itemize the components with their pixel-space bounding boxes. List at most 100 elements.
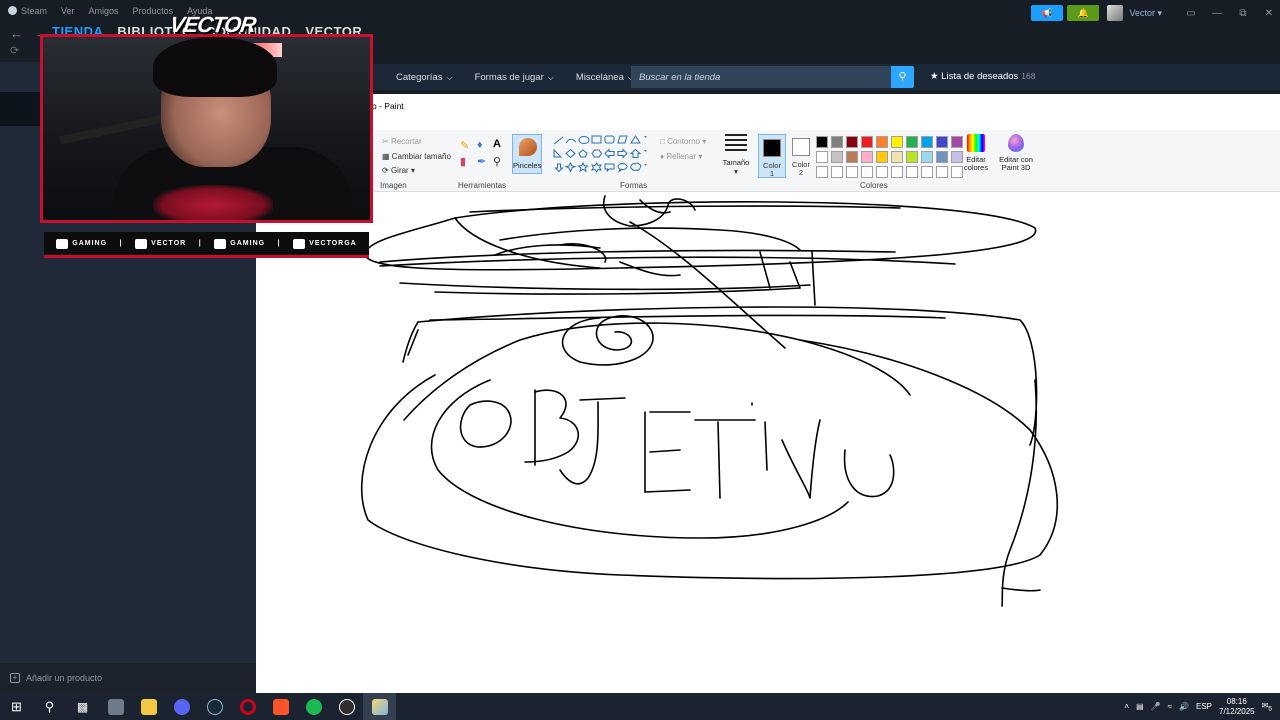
palette-swatch[interactable] [891,136,903,148]
socials-bar: GAMING | VECTOR | GAMING | VECTORGA [44,232,369,258]
palette-swatch[interactable] [861,151,873,163]
palette-swatch[interactable] [831,136,843,148]
herramientas-group-label: Herramientas [458,181,507,190]
palette-swatch[interactable] [906,151,918,163]
notifications-button[interactable]: 🔔 [1067,5,1100,21]
pencil-icon[interactable]: ✎ [460,139,469,152]
colores-group-label: Colores [860,181,888,190]
notification-icon[interactable]: ✉5 [1262,701,1272,713]
network-icon[interactable]: ▤ [1136,702,1144,711]
girar-button[interactable]: ⟳ Girar ▾ [382,166,415,175]
taskbar-obs[interactable] [330,693,363,720]
chevron-up-icon[interactable]: ˄ [1124,702,1129,711]
palette-swatch[interactable] [846,136,858,148]
steam-menu-steam[interactable]: Steam [8,6,47,16]
taskbar-explorer[interactable] [132,693,165,720]
palette-swatch[interactable] [936,166,948,178]
user-name[interactable]: Vector ▾ [1129,8,1162,19]
minimize-icon[interactable]: — [1206,8,1228,19]
taskbar-steam[interactable] [198,693,231,720]
shirt-print [153,185,273,220]
taskbar-paint[interactable] [363,693,396,720]
palette-swatch[interactable] [816,136,828,148]
store-nav-categorias[interactable]: Categorías ⌵ [396,72,453,83]
palette-swatch[interactable] [921,151,933,163]
avatar[interactable] [1107,5,1124,21]
task-view-button[interactable]: ▩ [66,693,99,720]
social-twitter: GAMING [214,238,265,249]
magnifier-icon[interactable]: ⚲ [493,155,501,168]
palette-swatch[interactable] [846,166,858,178]
search-taskbar-button[interactable]: ⚲ [33,693,66,720]
taskbar-opera[interactable] [231,693,264,720]
fill-icon[interactable]: ♦ [477,139,483,151]
volume-icon[interactable]: 🔊 [1179,702,1189,711]
recortar-button[interactable]: ✂ Recortar [382,137,422,146]
wishlist-link[interactable]: ★ Lista de deseados 168 [930,71,1035,82]
color2-swatch [792,138,810,156]
wishlist-count: 168 [1021,71,1036,81]
palette-swatch[interactable] [816,151,828,163]
steam-menu-ver[interactable]: Ver [61,6,75,16]
cambiar-tamano-button[interactable]: ▦ Cambiar tamaño [382,152,451,161]
color2-button[interactable]: Color 2 [788,134,814,178]
clock[interactable]: 08:16 7/12/2025 [1219,697,1255,717]
palette-swatch[interactable] [936,151,948,163]
maximize-icon[interactable]: ⧉ [1232,8,1254,19]
taskbar-spotify[interactable] [297,693,330,720]
wifi-icon[interactable]: ≈ [1168,702,1172,711]
drawing-canvas[interactable] [256,192,1280,693]
tamano-button[interactable]: Tamaño ▾ [722,134,750,176]
color-wheel-icon [967,134,985,152]
text-icon[interactable]: A [493,138,501,150]
add-product-button[interactable]: + Añadir un producto [0,663,256,693]
palette-swatch[interactable] [891,166,903,178]
contorno-button[interactable]: □ Contorno ▾ [660,137,706,146]
close-icon[interactable]: ✕ [1258,8,1280,19]
discord-icon [173,698,190,715]
search-icon[interactable]: ⚲ [891,66,914,88]
color1-button[interactable]: Color 1 [758,134,786,178]
announcements-button[interactable]: 📢 [1031,5,1064,21]
palette-swatch[interactable] [921,136,933,148]
big-picture-icon[interactable]: ▭ [1180,8,1202,19]
rellenar-button[interactable]: ♦ Rellenar ▾ [660,152,702,161]
start-button[interactable]: ⊞ [0,693,33,720]
pinceles-button[interactable]: Pinceles [512,134,542,174]
color-picker-icon[interactable]: ✒ [477,155,486,168]
back-arrow-icon[interactable]: ← [10,26,23,41]
brave-icon [272,698,289,715]
store-nav-miscelanea[interactable]: Miscelánea⌵ [576,72,634,83]
taskbar-brave[interactable] [264,693,297,720]
mic-icon[interactable]: 🎤 [1151,702,1161,711]
palette-swatch[interactable] [906,136,918,148]
palette-swatch[interactable] [831,151,843,163]
palette-swatch[interactable] [831,166,843,178]
plus-icon: + [10,673,20,683]
palette-swatch[interactable] [816,166,828,178]
streamer-hair [153,37,277,97]
palette-swatch[interactable] [921,166,933,178]
palette-swatch[interactable] [876,136,888,148]
steam-menu-amigos[interactable]: Amigos [89,6,119,16]
palette-swatch[interactable] [876,166,888,178]
palette-swatch[interactable] [906,166,918,178]
social-separator: | [277,240,281,247]
store-nav-formas[interactable]: Formas de jugar ⌵ [475,72,554,83]
editar-colores-button[interactable]: Editar colores [960,134,992,172]
palette-swatch[interactable] [936,136,948,148]
editar-paint3d-button[interactable]: Editar con Paint 3D [994,134,1038,172]
taskbar-app-1[interactable] [99,693,132,720]
palette-swatch[interactable] [861,166,873,178]
eraser-icon[interactable]: ▮ [460,155,466,168]
language-indicator[interactable]: ESP [1196,702,1212,711]
taskbar-discord[interactable] [165,693,198,720]
steam-menu-productos[interactable]: Productos [133,6,174,16]
palette-swatch[interactable] [891,151,903,163]
palette-swatch[interactable] [861,136,873,148]
palette-swatch[interactable] [876,151,888,163]
shapes-gallery[interactable] [552,134,648,176]
search-input[interactable] [631,66,891,88]
palette-swatch[interactable] [846,151,858,163]
refresh-icon[interactable]: ⟳ [10,44,19,57]
